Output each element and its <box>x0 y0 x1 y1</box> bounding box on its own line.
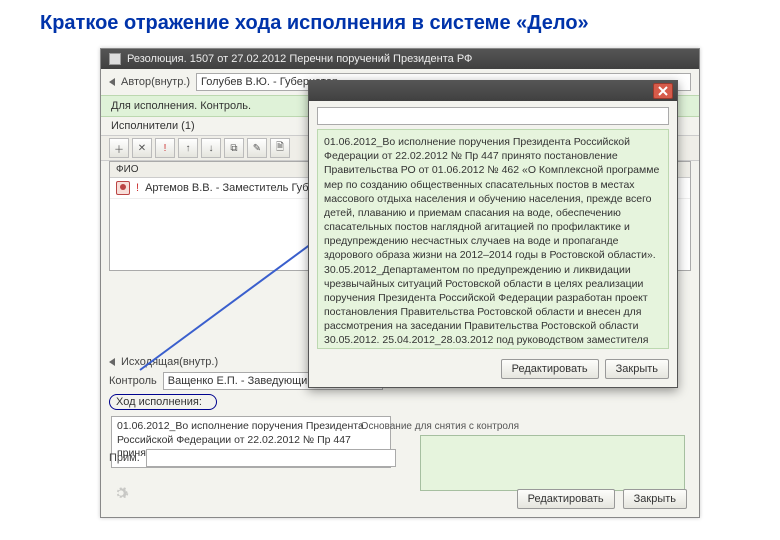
detail-popup: 01.06.2012_Во исполнение поручения Прези… <box>308 80 678 388</box>
edit-button[interactable]: Редактировать <box>517 489 615 509</box>
note-button[interactable]: 🗎 <box>270 138 290 158</box>
add-button[interactable]: ＋ <box>109 138 129 158</box>
popup-edit-button[interactable]: Редактировать <box>501 359 599 379</box>
close-button[interactable]: Закрыть <box>623 489 687 509</box>
reason-box[interactable] <box>420 435 685 491</box>
remarks-field[interactable] <box>146 449 396 467</box>
move-down-button[interactable]: ↓ <box>201 138 221 158</box>
expand-icon[interactable] <box>109 78 115 86</box>
popup-titlebar <box>309 81 677 101</box>
document-icon <box>109 53 121 65</box>
window-footer-buttons: Редактировать Закрыть <box>517 489 687 509</box>
delete-button[interactable]: ✕ <box>132 138 152 158</box>
settings-icon[interactable] <box>113 485 129 501</box>
edit-icon-button[interactable]: ✎ <box>247 138 267 158</box>
remarks-label: Прим. <box>109 452 140 464</box>
move-up-button[interactable]: ↑ <box>178 138 198 158</box>
popup-close-button[interactable] <box>653 83 673 99</box>
author-label: Автор(внутр.) <box>121 76 190 88</box>
control-label: Контроль <box>109 375 157 387</box>
progress-label-circled: Ход исполнения: <box>109 394 217 410</box>
executor-name: Артемов В.В. - Заместитель Губ <box>145 182 309 194</box>
remarks-row: Прим. <box>109 449 396 467</box>
alert-button[interactable]: ! <box>155 138 175 158</box>
popup-date-field[interactable] <box>317 107 669 125</box>
window-titlebar: Резолюция. 1507 от 27.02.2012 Перечни по… <box>101 49 699 69</box>
person-icon <box>116 181 130 195</box>
window-title: Резолюция. 1507 от 27.02.2012 Перечни по… <box>127 53 472 65</box>
expand-icon[interactable] <box>109 358 115 366</box>
popup-footer-buttons: Редактировать Закрыть <box>309 355 677 387</box>
reason-label: Основание для снятия с контроля <box>361 421 519 432</box>
source-label: Исходящая(внутр.) <box>121 356 218 368</box>
page-title: Краткое отражение хода исполнения в сист… <box>0 0 780 45</box>
popup-close-text-button[interactable]: Закрыть <box>605 359 669 379</box>
popup-body-text[interactable]: 01.06.2012_Во исполнение поручения Прези… <box>317 129 669 349</box>
copy-button[interactable]: ⧉ <box>224 138 244 158</box>
close-icon <box>658 86 668 96</box>
